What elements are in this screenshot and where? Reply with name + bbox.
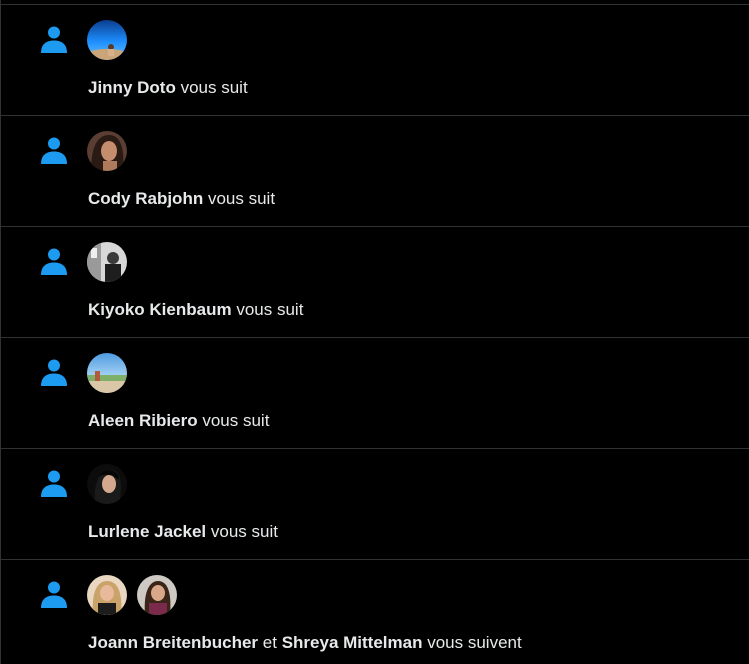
notification-item[interactable]: Lurlene Jackel vous suit <box>1 449 749 560</box>
person-icon <box>41 248 67 275</box>
action-text: vous suit <box>236 300 304 319</box>
avatar-group <box>87 131 127 171</box>
conjunction-text: et <box>262 633 277 652</box>
action-text: vous suit <box>180 78 248 97</box>
notification-text: Cody Rabjohn vous suit <box>88 188 275 210</box>
notification-text: Aleen Ribiero vous suit <box>88 410 269 432</box>
notification-item[interactable]: Aleen Ribiero vous suit <box>1 338 749 449</box>
user-name[interactable]: Lurlene Jackel <box>88 522 206 541</box>
user-name[interactable]: Kiyoko Kienbaum <box>88 300 232 319</box>
action-text: vous suit <box>210 522 278 541</box>
notification-item[interactable]: Cody Rabjohn vous suit <box>1 116 749 227</box>
notification-item[interactable]: Kiyoko Kienbaum vous suit <box>1 227 749 338</box>
notification-text: Lurlene Jackel vous suit <box>88 521 278 543</box>
person-icon <box>41 359 67 386</box>
avatar[interactable] <box>87 353 127 393</box>
avatar[interactable] <box>87 242 127 282</box>
action-text: vous suit <box>202 411 270 430</box>
avatar-group <box>87 353 127 393</box>
notification-item[interactable]: Jinny Doto vous suit <box>1 5 749 116</box>
notification-text: Joann Breitenbucher et Shreya Mittelman … <box>88 632 522 654</box>
action-text: vous suivent <box>427 633 522 652</box>
notifications-feed: Jinny Doto vous suit Cody Rabjohn vous s… <box>0 0 749 664</box>
user-name[interactable]: Aleen Ribiero <box>88 411 198 430</box>
person-icon <box>41 26 67 53</box>
avatar-group <box>87 575 177 615</box>
notification-item[interactable]: Joann Breitenbucher et Shreya Mittelman … <box>1 560 749 664</box>
avatar[interactable] <box>87 20 127 60</box>
action-text: vous suit <box>207 189 276 208</box>
avatar-group <box>87 464 127 504</box>
person-icon <box>41 581 67 608</box>
notification-text: Kiyoko Kienbaum vous suit <box>88 299 303 321</box>
notification-text: Jinny Doto vous suit <box>88 77 248 99</box>
user-name[interactable]: Joann Breitenbucher <box>88 633 258 652</box>
avatar[interactable] <box>87 131 127 171</box>
avatar[interactable] <box>137 575 177 615</box>
person-icon <box>41 137 67 164</box>
avatar[interactable] <box>87 575 127 615</box>
avatar-group <box>87 242 127 282</box>
user-name[interactable]: Cody Rabjohn <box>88 189 203 208</box>
person-icon <box>41 470 67 497</box>
user-name[interactable]: Shreya Mittelman <box>282 633 423 652</box>
avatar[interactable] <box>87 464 127 504</box>
user-name[interactable]: Jinny Doto <box>88 78 176 97</box>
avatar-group <box>87 20 127 60</box>
